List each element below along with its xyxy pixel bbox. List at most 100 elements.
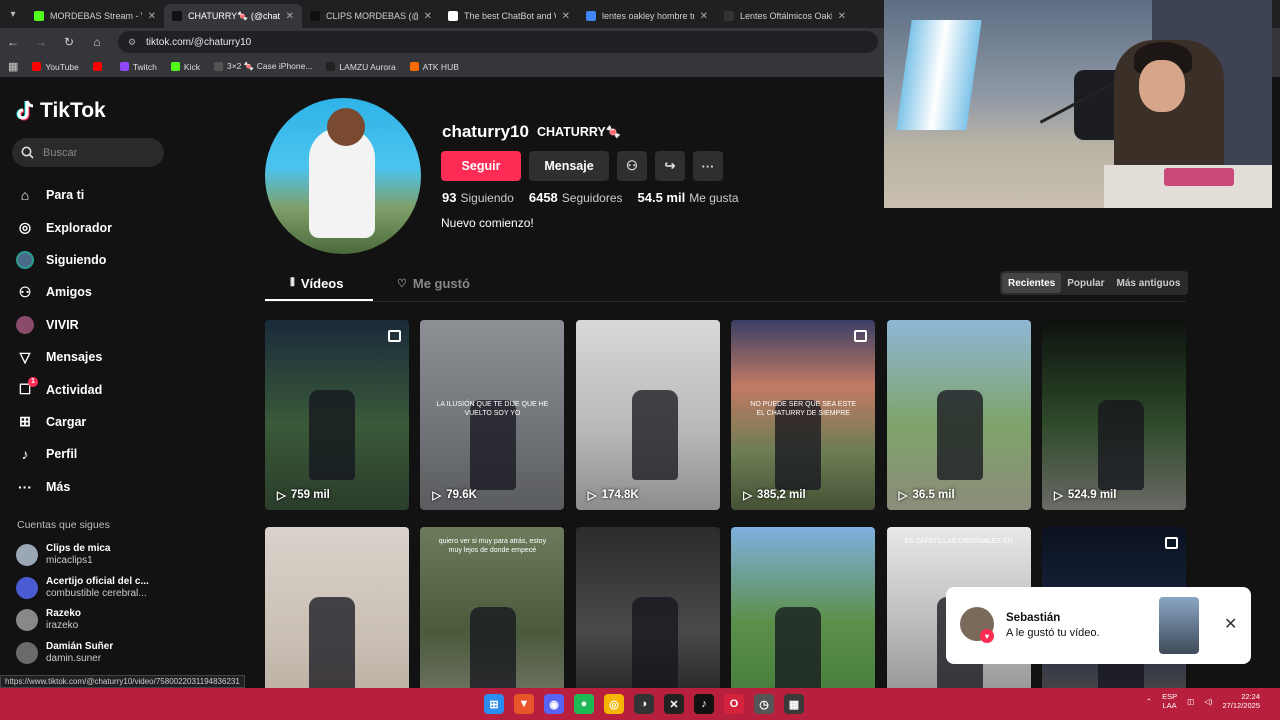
tab-close-icon[interactable]: ✕ bbox=[286, 11, 294, 22]
tab-title: Lentes Oftálmicos Oakley bbox=[740, 11, 832, 21]
video-card[interactable]: ▷ 759 mil bbox=[265, 320, 409, 510]
chevron-up-icon[interactable]: ⌃ bbox=[1146, 697, 1152, 706]
tab-videos-label: Vídeos bbox=[300, 276, 344, 291]
capcut-icon[interactable]: ✕ bbox=[664, 694, 684, 714]
following-account[interactable]: Razeko irazeko bbox=[16, 604, 149, 637]
site-info-icon[interactable]: ⚙ bbox=[128, 37, 138, 47]
like-notification-toast[interactable]: ♥ Sebastián A le gustó tu vídeo. ✕ bbox=[946, 587, 1251, 664]
discord-icon[interactable]: ◉ bbox=[544, 694, 564, 714]
tab-close-icon[interactable]: ✕ bbox=[838, 11, 846, 22]
friends-icon: ⚇ bbox=[18, 283, 32, 300]
message-button[interactable]: Mensaje bbox=[529, 151, 609, 181]
sort-option[interactable]: Popular bbox=[1061, 273, 1110, 293]
bookmark-item[interactable]: Twitch bbox=[119, 61, 157, 72]
account-handle: irazeko bbox=[46, 620, 79, 632]
reload-icon[interactable]: ↻ bbox=[62, 35, 76, 49]
sidebar-item[interactable]: ⊞ Cargar bbox=[16, 406, 112, 438]
sidebar-item-label: Perfil bbox=[46, 447, 78, 462]
browser-tab[interactable]: The best ChatBot and Wi ✕ bbox=[440, 4, 578, 28]
video-card[interactable]: ▷ 524.9 mil bbox=[1042, 320, 1186, 510]
opera-icon[interactable]: O bbox=[724, 694, 744, 714]
language-indicator[interactable]: ESP LAA bbox=[1162, 692, 1177, 710]
tab-close-icon[interactable]: ✕ bbox=[148, 11, 156, 22]
cam-keyboard bbox=[1164, 168, 1234, 186]
close-icon[interactable]: ✕ bbox=[1224, 614, 1237, 634]
sort-option[interactable]: Más antiguos bbox=[1110, 273, 1186, 293]
tab-title: The best ChatBot and Wi bbox=[464, 11, 556, 21]
tab-close-icon[interactable]: ✕ bbox=[700, 11, 708, 22]
browser-tab[interactable]: CHATURRY🍬 (@chaturr ✕ bbox=[164, 4, 302, 28]
play-icon: ▷ bbox=[587, 490, 597, 502]
avatar bbox=[16, 609, 38, 632]
calculator-icon[interactable]: ▦ bbox=[784, 694, 804, 714]
video-card[interactable]: ▷ 36.5 mil bbox=[886, 320, 1031, 510]
bookmark-item[interactable]: ATK HUB bbox=[409, 61, 459, 72]
apps-grid-icon[interactable]: ▦ bbox=[8, 60, 18, 73]
sort-option[interactable]: Recientes bbox=[1002, 273, 1062, 293]
bookmark-item[interactable]: 3×2 🍬 Case iPhone... bbox=[213, 61, 312, 72]
brave-icon[interactable]: ▼ bbox=[514, 694, 534, 714]
sidebar-item[interactable]: ··· Más bbox=[16, 471, 112, 503]
share-button[interactable]: ↪ bbox=[655, 151, 685, 181]
back-icon[interactable]: ← bbox=[6, 35, 20, 49]
sidebar-item[interactable]: ◎ Explorador bbox=[16, 211, 112, 243]
sidebar-item[interactable]: ☐ 1 Actividad bbox=[16, 373, 112, 405]
sidebar-item[interactable]: VIVIR bbox=[16, 309, 112, 341]
more-options-button[interactable]: ··· bbox=[693, 151, 723, 181]
browser-tab[interactable]: MORDEBAS Stream - Wat ✕ bbox=[26, 4, 164, 28]
volume-icon[interactable]: ◁) bbox=[1204, 697, 1212, 706]
chrome-icon[interactable]: ◎ bbox=[604, 694, 624, 714]
bookmark-favicon-icon bbox=[92, 62, 102, 71]
tab-videos[interactable]: ⦀ Vídeos bbox=[290, 276, 343, 291]
start-icon[interactable]: ⊞ bbox=[484, 694, 504, 714]
toast-video-thumbnail[interactable] bbox=[1159, 597, 1199, 654]
sidebar-item[interactable]: ▽ Mensajes bbox=[16, 341, 112, 373]
stat-item[interactable]: 6458 Seguidores bbox=[529, 190, 623, 205]
bookmark-item[interactable]: LAMZU Aurora bbox=[326, 61, 396, 72]
stat-item[interactable]: 54.5 mil Me gusta bbox=[638, 190, 739, 205]
url-field[interactable]: ⚙ tiktok.com/@chaturry10 bbox=[118, 31, 878, 53]
tiktok-logo[interactable]: TikTok bbox=[16, 99, 106, 123]
home-icon[interactable]: ⌂ bbox=[90, 35, 104, 49]
network-icon[interactable]: ◫ bbox=[1187, 697, 1194, 706]
profile-avatar[interactable] bbox=[265, 98, 421, 254]
following-account[interactable]: Damián Suñer damin.suner bbox=[16, 637, 149, 670]
sidebar-item[interactable]: ♪ Perfil bbox=[16, 438, 112, 470]
cam-person-face bbox=[1139, 60, 1185, 112]
stat-item[interactable]: 93 Siguiendo bbox=[442, 190, 514, 205]
tab-favicon-icon bbox=[724, 11, 734, 21]
bookmark-item[interactable]: Kick bbox=[170, 61, 200, 72]
follow-button[interactable]: Seguir bbox=[441, 151, 521, 181]
video-card[interactable]: NO PUEDE SER QUE SEA ESTE EL CHATURRY DE… bbox=[731, 320, 876, 510]
bookmark-item[interactable] bbox=[92, 61, 106, 72]
add-friend-button[interactable]: ⚇ bbox=[617, 151, 647, 181]
browser-tab[interactable]: lentes oakley hombre tra ✕ bbox=[578, 4, 716, 28]
tab-search-icon[interactable]: ▾ bbox=[0, 0, 26, 28]
timer-icon[interactable]: ◷ bbox=[754, 694, 774, 714]
browser-tab[interactable]: CLIPS MORDEBAS (@clip ✕ bbox=[302, 4, 440, 28]
bookmark-favicon-icon bbox=[409, 62, 419, 71]
spotify-icon[interactable]: ● bbox=[574, 694, 594, 714]
following-account-text: Damián Suñer damin.suner bbox=[46, 641, 113, 665]
video-card[interactable]: ▷ 174.8K bbox=[575, 320, 720, 510]
bookmark-item[interactable]: YouTube bbox=[32, 61, 79, 72]
following-account[interactable]: Acertijo oficial del c... combustible cer… bbox=[16, 572, 149, 605]
browser-tab[interactable]: Lentes Oftálmicos Oakley ✕ bbox=[716, 4, 854, 28]
view-count-value: 524.9 mil bbox=[1067, 489, 1117, 501]
language-code: ESP bbox=[1162, 692, 1178, 701]
tiktok-icon[interactable]: ♪ bbox=[694, 694, 714, 714]
tab-close-icon[interactable]: ✕ bbox=[424, 11, 432, 22]
sidebar-item[interactable]: ⚇ Amigos bbox=[16, 276, 112, 308]
tab-liked[interactable]: ♡ Me gustó bbox=[397, 276, 470, 291]
tiktok-note-icon bbox=[16, 100, 34, 121]
clock[interactable]: 22:24 27/12/2025 bbox=[1222, 692, 1260, 710]
profile-nickname: CHATURRY🍬 bbox=[537, 125, 622, 139]
obs-icon[interactable]: ◑ bbox=[634, 694, 654, 714]
sidebar-item[interactable]: ⌂ Para ti bbox=[16, 179, 112, 211]
following-account[interactable]: Clips de mica micaclips1 bbox=[16, 539, 149, 572]
sidebar-item[interactable]: Siguiendo bbox=[16, 244, 112, 276]
forward-icon[interactable]: → bbox=[34, 35, 48, 49]
tab-close-icon[interactable]: ✕ bbox=[562, 11, 570, 22]
search-input[interactable]: Buscar bbox=[12, 138, 164, 167]
video-card[interactable]: LA ILUSIÓN QUE TE DIJE QUE HE VUELTO SOY… bbox=[420, 320, 565, 510]
